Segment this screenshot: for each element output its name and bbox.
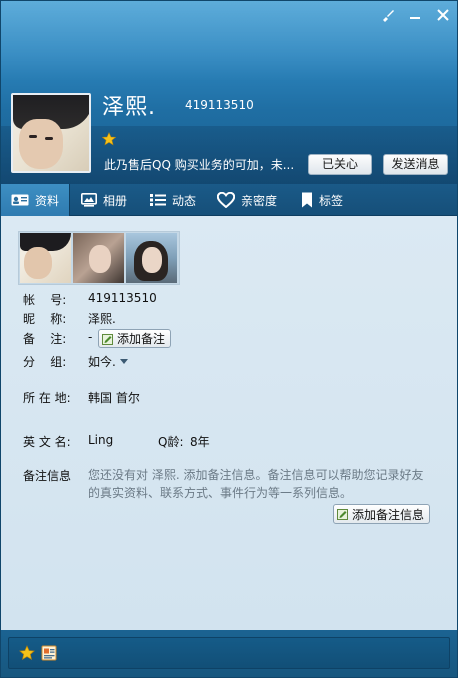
tab-tags-label: 标签: [319, 193, 344, 208]
tab-bar: 资料 相册 动态 亲密度 标签: [1, 184, 457, 216]
tab-album[interactable]: 相册: [81, 184, 127, 216]
send-message-button[interactable]: 发送消息: [383, 154, 448, 175]
photo-strip: [18, 231, 180, 285]
list-icon: [150, 194, 166, 206]
avatar[interactable]: [11, 93, 91, 173]
account-label: 帐 号:: [23, 293, 67, 307]
photo-thumbnail[interactable]: [126, 233, 177, 283]
album-icon: [81, 193, 97, 207]
location-value: 韩国 首尔: [88, 391, 140, 405]
nickname-label: 昵 称:: [23, 312, 67, 326]
tab-intimacy[interactable]: 亲密度: [217, 184, 277, 216]
add-remark-info-button[interactable]: 添加备注信息: [333, 504, 431, 524]
qq-age-value: 8年: [190, 435, 210, 449]
edit-note-icon: [337, 509, 348, 520]
chevron-down-icon: [119, 359, 128, 364]
heart-icon: [217, 192, 235, 208]
nickname-value: 泽熙.: [88, 312, 116, 326]
group-select[interactable]: 如今.: [88, 353, 128, 370]
profile-window: 泽熙. 419113510 此乃售后QQ 购买业务的可加，未... 已关心 发送…: [0, 0, 458, 678]
profile-signature: 此乃售后QQ 购买业务的可加，未...: [104, 158, 295, 172]
profile-card-icon: [11, 194, 29, 206]
edit-note-icon: [102, 333, 113, 345]
minimize-icon[interactable]: [406, 6, 424, 24]
photo-thumbnail[interactable]: [73, 233, 124, 283]
group-label: 分 组:: [23, 355, 67, 369]
close-icon[interactable]: [434, 6, 452, 24]
star-icon[interactable]: [101, 132, 117, 146]
remark-value: -: [88, 330, 93, 344]
add-remark-button[interactable]: 添加备注: [98, 329, 172, 348]
tab-feed-label: 动态: [172, 193, 197, 208]
profile-details-panel: 帐 号: 419113510 昵 称: 泽熙. 备 注: - 添加备注 分 组:…: [1, 216, 457, 630]
location-label: 所 在 地:: [23, 391, 71, 405]
tab-album-label: 相册: [103, 193, 128, 208]
star-icon[interactable]: [19, 645, 35, 661]
tab-tags[interactable]: 标签: [301, 184, 343, 216]
remark-info-note: 您还没有对 泽熙. 添加备注信息。备注信息可以帮助您记录好友的真实资料、联系方式…: [88, 468, 424, 500]
profile-nickname: 泽熙.: [102, 95, 156, 120]
tab-feed[interactable]: 动态: [150, 184, 196, 216]
profile-qq-number: 419113510: [185, 98, 254, 112]
add-remark-label: 添加备注: [117, 332, 166, 346]
tab-profile[interactable]: 资料: [1, 184, 70, 216]
bookmark-icon: [302, 192, 312, 208]
care-button[interactable]: 已关心: [308, 154, 372, 175]
english-name-label: 英 文 名:: [23, 435, 71, 449]
tab-profile-label: 资料: [35, 193, 60, 208]
remark-info-label: 备注信息: [23, 469, 72, 483]
profile-header: 泽熙. 419113510 此乃售后QQ 购买业务的可加，未... 已关心 发送…: [1, 1, 457, 184]
photo-thumbnail[interactable]: [20, 233, 71, 283]
contact-card-icon[interactable]: [41, 645, 57, 661]
footer-toolbar: [1, 630, 457, 677]
qq-age-label: Q龄:: [158, 435, 184, 449]
add-remark-info-label: 添加备注信息: [352, 507, 425, 522]
group-value: 如今.: [88, 355, 116, 369]
account-value: 419113510: [88, 291, 157, 305]
skin-brush-icon[interactable]: [379, 6, 397, 24]
remark-label: 备 注:: [23, 332, 67, 346]
tab-intimacy-label: 亲密度: [241, 193, 278, 208]
english-name-value: Ling: [88, 433, 114, 447]
